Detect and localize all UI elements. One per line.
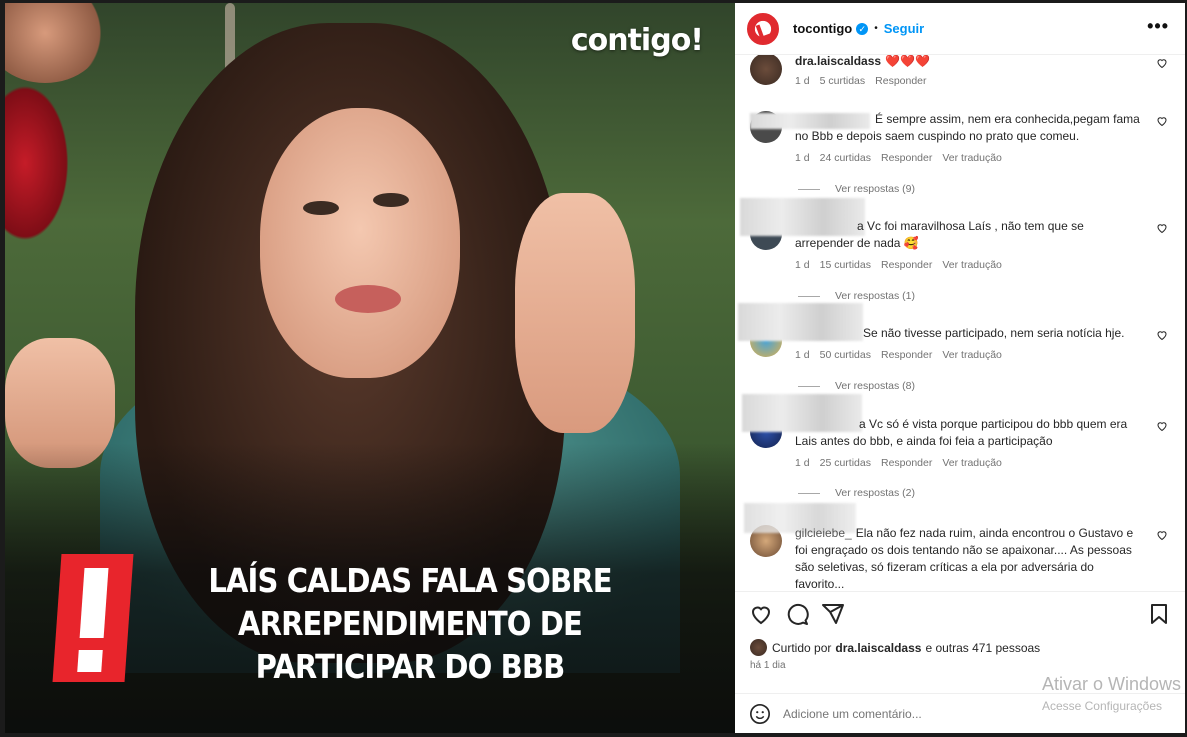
- comment-likes[interactable]: 15 curtidas: [820, 259, 871, 271]
- heart-icon[interactable]: [1156, 420, 1168, 432]
- comment-text: a Vc só é vista porque participou do bbb…: [795, 417, 1128, 448]
- post-header: tocontigo ✓ • Seguir •••: [735, 3, 1185, 55]
- comment-time: 1 d: [795, 152, 810, 164]
- person-eye-left: [303, 201, 339, 215]
- separator-dot: •: [874, 23, 878, 34]
- post-time[interactable]: há 1 dia: [750, 660, 786, 671]
- comment-time: 1 d: [795, 349, 810, 361]
- post-headline: LAÍS CALDAS FALA SOBRE ARREPENDIMENTO DE…: [208, 561, 612, 686]
- reply-link[interactable]: Responder: [881, 457, 932, 469]
- liked-by-summary: Curtido por dra.laiscaldass e outras 471…: [750, 639, 1040, 656]
- save-bookmark-icon[interactable]: [1147, 602, 1171, 626]
- translate-link[interactable]: Ver tradução: [942, 349, 1002, 361]
- reply-link[interactable]: Responder: [881, 152, 932, 164]
- account-avatar[interactable]: [747, 12, 779, 45]
- reply-link[interactable]: Responder: [881, 259, 932, 271]
- comment-time: 1 d: [795, 259, 810, 271]
- comment-text: É sempre assim, nem era conhecida,pegam …: [795, 112, 1140, 143]
- heart-icon[interactable]: [1156, 222, 1168, 234]
- account-name[interactable]: tocontigo: [793, 21, 852, 36]
- red-flower-decoration: [5, 83, 70, 243]
- emoji-smile-icon[interactable]: [749, 703, 771, 725]
- comment-likes[interactable]: 24 curtidas: [820, 152, 871, 164]
- comment-likes[interactable]: 5 curtidas: [820, 75, 866, 87]
- more-options-icon[interactable]: •••: [1147, 16, 1169, 37]
- heart-icon[interactable]: [1156, 529, 1168, 541]
- comment-text: a Vc foi maravilhosa Laís , não tem que …: [795, 219, 1084, 250]
- translate-link[interactable]: Ver tradução: [942, 457, 1002, 469]
- person-eye-right: [373, 193, 409, 207]
- comment-likes[interactable]: 50 curtidas: [820, 349, 871, 361]
- post-sidebar: tocontigo ✓ • Seguir ••• dra.laiscaldass…: [735, 3, 1185, 733]
- comment-likes[interactable]: 25 curtidas: [820, 457, 871, 469]
- comment-input[interactable]: [783, 706, 1033, 721]
- comment-bubble-icon[interactable]: [785, 602, 809, 626]
- flower-decoration: [5, 3, 105, 83]
- view-replies-link[interactable]: Ver respostas (1): [798, 290, 915, 302]
- person-face: [260, 108, 460, 378]
- comment-time: 1 d: [795, 457, 810, 469]
- post-actions-bar: [735, 591, 1185, 634]
- view-replies-link[interactable]: Ver respostas (8): [798, 380, 915, 392]
- heart-icon[interactable]: [1156, 329, 1168, 341]
- comment-username[interactable]: gilcieiebe_: [795, 526, 852, 540]
- comment-text: Se não tivesse participado, nem seria no…: [863, 326, 1125, 340]
- verified-badge-icon: ✓: [856, 22, 869, 35]
- comments-list[interactable]: dra.laiscaldass ❤️❤️❤️ 1 d 5 curtidas Res…: [735, 55, 1185, 591]
- reply-link[interactable]: Responder: [875, 75, 926, 87]
- comment-username[interactable]: dra.laiscaldass: [795, 55, 881, 68]
- share-send-icon[interactable]: [821, 602, 845, 626]
- heart-icon[interactable]: [1156, 115, 1168, 127]
- translate-link[interactable]: Ver tradução: [942, 152, 1002, 164]
- comment-text: ❤️❤️❤️: [885, 55, 930, 68]
- view-replies-link[interactable]: Ver respostas (9): [798, 183, 915, 195]
- watermark-line-1: Ativar o Windows: [1041, 674, 1181, 694]
- screenshot-frame: contigo! LAÍS CALDAS FALA SOBRE ARREPEND…: [0, 0, 1187, 737]
- translate-link[interactable]: Ver tradução: [942, 259, 1002, 271]
- liked-by-suffix[interactable]: e outras 471 pessoas: [925, 641, 1040, 655]
- post-image[interactable]: contigo! LAÍS CALDAS FALA SOBRE ARREPEND…: [5, 3, 735, 733]
- watermark-line-2: Acesse Configurações: [1041, 699, 1163, 713]
- like-heart-icon[interactable]: [749, 602, 773, 626]
- view-replies-link[interactable]: Ver respostas (2): [798, 487, 915, 499]
- liked-by-user[interactable]: dra.laiscaldass: [835, 641, 921, 655]
- heart-icon[interactable]: [1156, 57, 1168, 69]
- liker-avatar[interactable]: [750, 639, 767, 656]
- windows-activation-watermark: Ativar o Windows Acesse Configurações: [1042, 674, 1181, 713]
- contigo-logo: contigo!: [570, 23, 704, 58]
- comment-time: 1 d: [795, 75, 810, 87]
- liked-by-prefix: Curtido por: [772, 640, 832, 655]
- exclamation-icon: [52, 554, 134, 682]
- person-lips: [335, 285, 401, 313]
- follow-button[interactable]: Seguir: [884, 21, 924, 36]
- reply-link[interactable]: Responder: [881, 349, 932, 361]
- person-arm: [515, 193, 635, 433]
- commenter-avatar[interactable]: [750, 55, 782, 85]
